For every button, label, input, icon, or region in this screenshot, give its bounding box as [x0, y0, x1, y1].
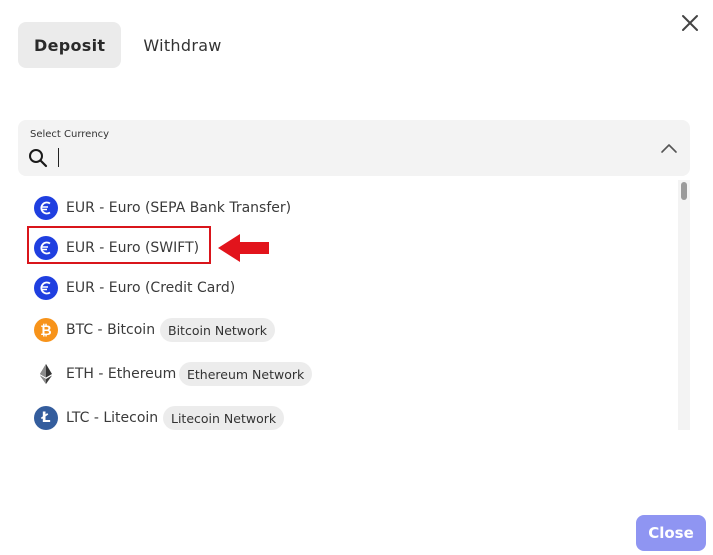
currency-label: LTC - Litecoin — [66, 410, 159, 426]
text-caret — [58, 148, 59, 167]
arrow-left-icon — [218, 234, 269, 262]
network-badge: Litecoin Network — [163, 406, 285, 430]
selection-highlight-box — [27, 226, 211, 264]
chevron-up-icon[interactable] — [659, 139, 679, 159]
close-icon[interactable] — [676, 9, 704, 37]
list-item-eur-sepa[interactable]: EUR - Euro (SEPA Bank Transfer) — [18, 188, 658, 228]
currency-list: EUR - Euro (SEPA Bank Transfer) EUR - Eu… — [18, 180, 678, 432]
network-badge: Bitcoin Network — [160, 318, 276, 342]
list-item-eur-credit-card[interactable]: EUR - Euro (Credit Card) — [18, 268, 658, 308]
currency-label: EUR - Euro (SEPA Bank Transfer) — [66, 200, 292, 216]
list-item-ltc[interactable]: Ł LTC - Litecoin Litecoin Network — [18, 398, 658, 432]
deposit-withdraw-modal: Deposit Withdraw Select Currency EUR - E… — [0, 0, 713, 555]
currency-label: ETH - Ethereum — [66, 366, 177, 382]
ethereum-icon — [34, 362, 58, 386]
tab-deposit[interactable]: Deposit — [18, 22, 122, 68]
currency-label: BTC - Bitcoin — [66, 322, 156, 338]
network-badge: Ethereum Network — [179, 362, 313, 386]
tab-bar: Deposit Withdraw — [18, 22, 238, 68]
currency-search-input[interactable] — [54, 146, 638, 170]
select-label: Select Currency — [30, 129, 110, 140]
currency-label: EUR - Euro (Credit Card) — [66, 280, 236, 296]
search-icon — [29, 149, 48, 168]
scrollbar-thumb[interactable] — [681, 182, 687, 200]
list-scrollbar[interactable] — [678, 180, 690, 430]
litecoin-icon: Ł — [34, 406, 58, 430]
list-item-eth[interactable]: ETH - Ethereum Ethereum Network — [18, 354, 658, 394]
bitcoin-icon: ₿ — [34, 318, 58, 342]
tab-withdraw[interactable]: Withdraw — [127, 22, 237, 68]
list-item-btc[interactable]: ₿ BTC - Bitcoin Bitcoin Network — [18, 310, 658, 350]
close-button[interactable]: Close — [636, 515, 706, 551]
currency-select[interactable]: Select Currency — [18, 120, 690, 176]
euro-icon — [34, 196, 58, 220]
euro-icon — [34, 276, 58, 300]
